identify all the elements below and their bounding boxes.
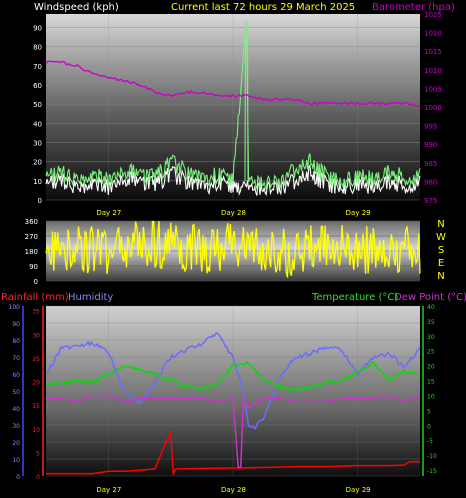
compass-label: W <box>436 232 446 243</box>
compass-label: N <box>437 219 444 230</box>
temperature-day-label: Day 27 <box>96 486 121 494</box>
temperature-tick-label: -15 <box>427 468 437 475</box>
wind-tick-label: 50 <box>33 101 42 109</box>
wind-day-label: Day 27 <box>96 209 121 217</box>
temperature-tick-label: 20 <box>427 364 435 371</box>
temperature-tick-label: 25 <box>427 349 435 356</box>
humidity-tick-label: 30 <box>12 423 20 430</box>
humidity-tick-label: 80 <box>12 338 20 345</box>
humidity-tick-label: 50 <box>12 389 20 396</box>
temperature-tick-label: 30 <box>427 334 435 341</box>
barometer-tick-label: 1015 <box>424 48 442 56</box>
rainfall-tick-label: 25 <box>32 356 40 363</box>
temperature-tick-label: -5 <box>427 438 433 445</box>
temperature-tick-label: 0 <box>427 423 431 430</box>
humidity-tick-label: 100 <box>9 304 21 311</box>
temperature-tick-label: 35 <box>427 319 435 326</box>
humidity-tick-label: 0 <box>16 474 20 481</box>
wind-tick-label: 60 <box>33 82 42 90</box>
direction-tick-label: 270 <box>25 233 38 241</box>
temperature-tick-label: 10 <box>427 393 435 400</box>
temperature-day-label: Day 29 <box>346 486 371 494</box>
wind-tick-label: 70 <box>33 63 42 71</box>
barometer-tick-label: 1010 <box>424 67 442 75</box>
wind-tick-label: 90 <box>33 24 42 32</box>
wind-tick-label: 40 <box>33 120 42 128</box>
humidity-tick-label: 90 <box>12 321 20 328</box>
wind-tick-label: 80 <box>33 44 42 52</box>
rainfall-tick-label: 30 <box>32 332 40 339</box>
barometer-tick-label: 1005 <box>424 85 442 93</box>
temperature-tick-label: 15 <box>427 379 435 386</box>
wind-tick-label: 20 <box>33 159 42 167</box>
temperature-day-label: Day 28 <box>221 486 246 494</box>
rainfall-tick-label: 10 <box>32 427 40 434</box>
wind-day-label: Day 28 <box>221 209 246 217</box>
barometer-tick-label: 1025 <box>424 11 442 19</box>
humidity-tick-label: 40 <box>12 406 20 413</box>
windspeed-axis-title: Windspeed (kph) <box>34 2 119 13</box>
rainfall-tick-label: 20 <box>32 380 40 387</box>
weather-graphs: Windspeed (kph) Current last 72 hours 29… <box>1 2 466 494</box>
barometer-tick-label: 975 <box>424 197 437 205</box>
rainfall-tick-label: 15 <box>32 403 40 410</box>
barometer-tick-label: 980 <box>424 178 437 186</box>
direction-tick-label: 0 <box>34 278 38 286</box>
humidity-tick-label: 10 <box>12 457 20 464</box>
temperature-tick-label: -10 <box>427 453 437 460</box>
barometer-tick-label: 995 <box>424 123 437 131</box>
barometer-tick-label: 990 <box>424 141 437 149</box>
direction-tick-label: 360 <box>25 218 38 226</box>
barometer-tick-label: 1020 <box>424 30 442 38</box>
compass-label: E <box>438 258 444 269</box>
humidity-tick-label: 60 <box>12 372 20 379</box>
barometer-axis-title: Barometer (hpa) <box>372 2 455 13</box>
rainfall-axis-title: Rainfall (mm) <box>1 292 69 303</box>
humidity-axis-title: Humidity <box>68 292 113 303</box>
wind-tick-label: 30 <box>33 139 42 147</box>
humidity-tick-label: 20 <box>12 440 20 447</box>
wind-tick-label: 0 <box>38 197 42 205</box>
barometer-tick-label: 985 <box>424 160 437 168</box>
direction-tick-label: 90 <box>29 263 38 271</box>
compass-label: S <box>438 245 444 256</box>
dewpoint-axis-title: Dew Point (°C) <box>394 292 466 303</box>
wind-day-label: Day 29 <box>346 209 371 217</box>
chart-title: Current last 72 hours 29 March 2025 <box>171 2 355 13</box>
humidity-tick-label: 70 <box>12 355 20 362</box>
temperature-tick-label: 40 <box>427 304 435 311</box>
temperature-tick-label: 5 <box>427 408 431 415</box>
direction-tick-label: 180 <box>25 248 38 256</box>
temperature-axis-title: Temperature (°C) <box>311 292 398 303</box>
barometer-tick-label: 1000 <box>424 104 442 112</box>
compass-label: N <box>437 271 444 282</box>
rainfall-tick-label: 5 <box>36 450 40 457</box>
rainfall-tick-label: 0 <box>36 474 40 481</box>
compass-letters: NWSEN <box>436 219 446 282</box>
rainfall-tick-label: 35 <box>32 309 40 316</box>
wind-tick-label: 10 <box>33 178 42 186</box>
